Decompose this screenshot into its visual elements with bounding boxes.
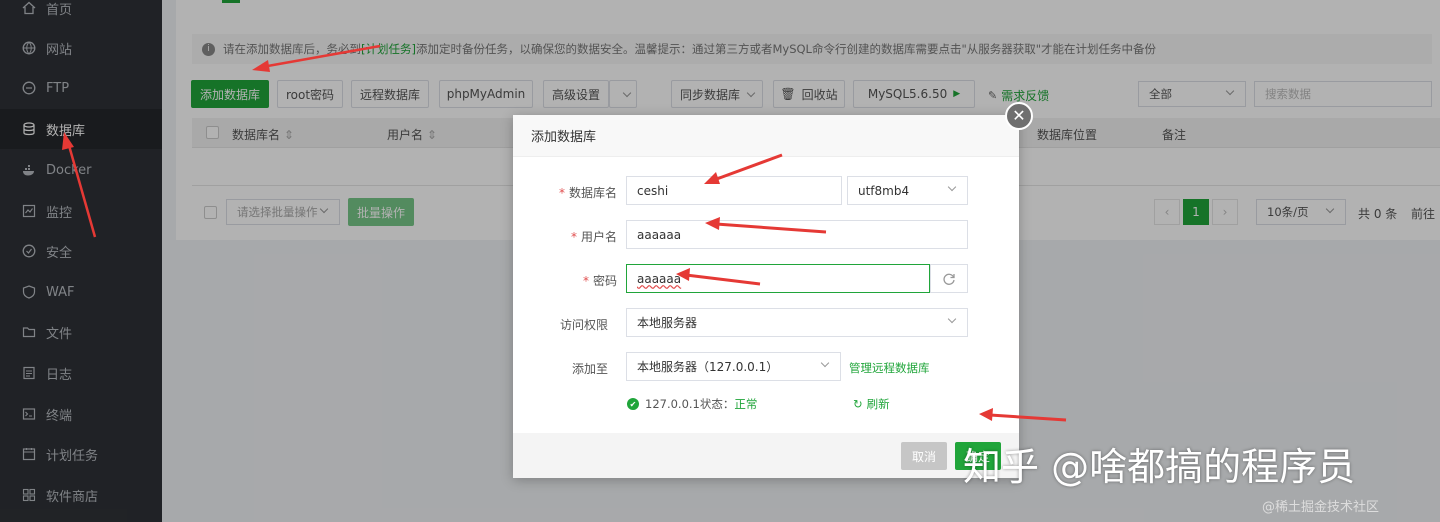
chevron-down-icon [820,358,830,368]
username-input[interactable]: aaaaaa [626,220,968,249]
password-label: * 密码 [582,274,617,288]
access-select[interactable]: 本地服务器 [626,308,968,337]
refresh-status-link[interactable]: ↻ 刷新 [853,396,890,412]
close-modal-button[interactable]: ✕ [1005,102,1033,130]
password-value: aaaaaa [637,271,682,286]
manage-remote-db-link[interactable]: 管理远程数据库 [849,360,930,376]
db-name-input[interactable]: ceshi [626,176,842,205]
status-label: 127.0.0.1状态： [645,397,735,411]
access-value: 本地服务器 [637,316,698,330]
refresh-label: 刷新 [866,397,890,411]
add-to-value: 本地服务器（127.0.0.1） [637,360,779,374]
cancel-button[interactable]: 取消 [901,442,947,470]
juejin-watermark: @稀土掘金技术社区 [1262,500,1380,515]
username-label: * 用户名 [570,230,617,244]
db-name-label: * 数据库名 [558,186,617,200]
charset-value: utf8mb4 [858,183,910,198]
charset-select[interactable]: utf8mb4 [847,176,968,205]
add-to-select[interactable]: 本地服务器（127.0.0.1） [626,352,841,381]
add-database-modal: 添加数据库 * 数据库名 ceshi utf8mb4 * 用户名 aaaaaa * 密… [513,115,1019,478]
chevron-down-icon [947,314,957,324]
server-status: ✔ 127.0.0.1状态： 正常 [627,396,757,412]
chevron-down-icon [947,182,957,192]
modal-title: 添加数据库 [513,115,1019,157]
modal-footer: 取消 确定 [513,433,1019,478]
refresh-icon [943,273,955,285]
add-to-label: 添加至 [571,362,608,376]
check-icon: ✔ [627,398,639,410]
zhihu-watermark: 知乎 @啥都搞的程序员 [963,445,1356,489]
refresh-icon: ↻ [853,397,863,411]
close-icon: ✕ [1012,106,1026,125]
password-input[interactable]: aaaaaa [626,264,930,293]
status-value: 正常 [734,397,758,411]
access-label: 访问权限 [559,318,608,332]
generate-password-button[interactable] [930,264,968,293]
